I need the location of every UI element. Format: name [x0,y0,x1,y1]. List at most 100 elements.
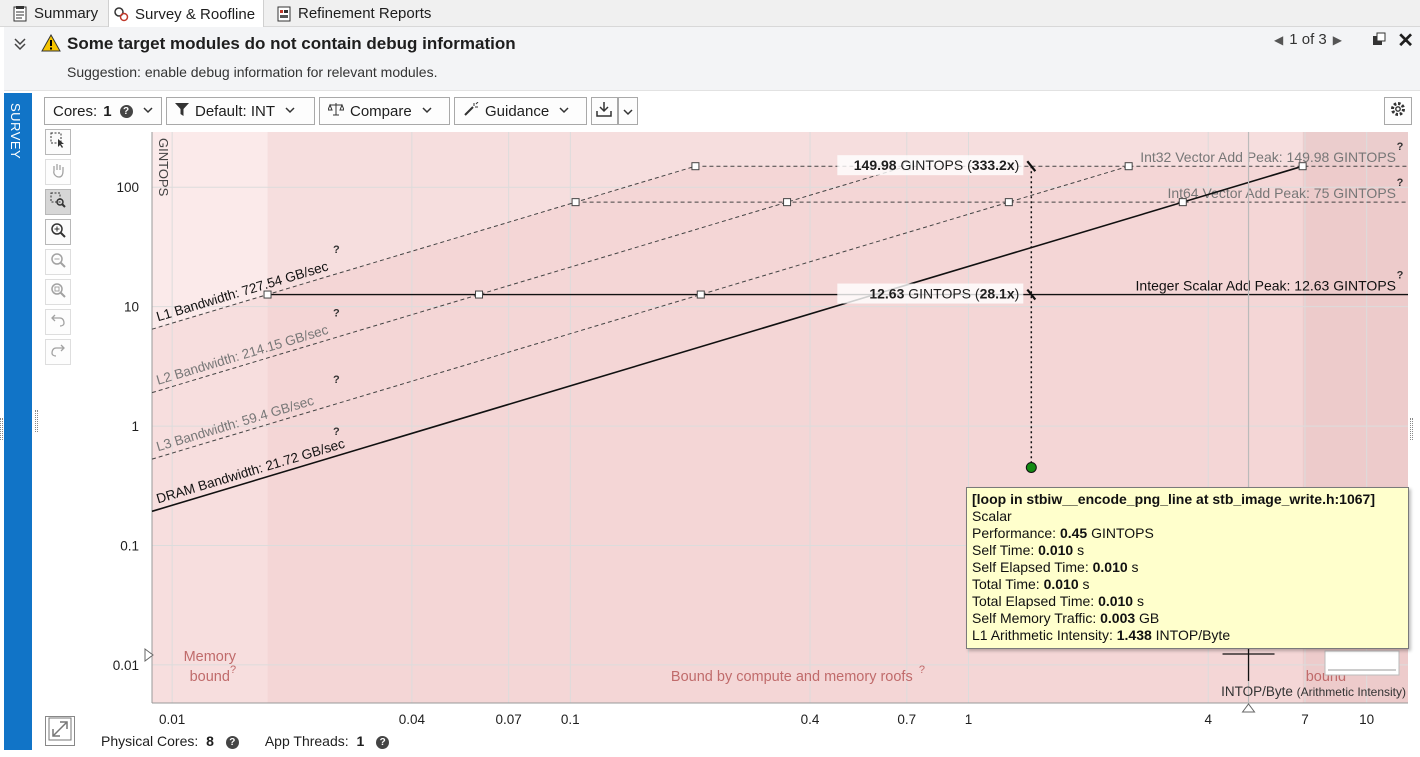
roofline-toolbar: Cores: 1 ? Default: INT Compare Guidance [44,97,638,125]
tab-summary-label: Summary [34,5,99,22]
filter-label: Default: INT [195,102,276,120]
survey-side-label: SURVEY [8,103,23,160]
help-icon[interactable]: ? [225,736,239,749]
x-tick-label: 0.01 [159,712,185,727]
x-tick-label: 0.7 [897,712,916,727]
filter-dropdown[interactable]: Default: INT [166,97,315,125]
tooltip-metric-row: Self Elapsed Time: 0.010 s [972,559,1403,576]
x-tick-label: 10 [1359,712,1374,727]
roof-marker-paren: ) [1015,157,1020,173]
x-tick-label: 0.1 [561,712,580,727]
physical-cores-label: Physical Cores: [101,733,199,749]
tooltip-metric-unit: s [1127,559,1139,575]
compare-dropdown[interactable]: Compare [319,97,450,125]
expand-chart-button[interactable] [45,716,75,746]
debug-info-warning-banner: Some target modules do not contain debug… [4,27,1420,91]
chevron-down-icon [143,105,153,117]
tooltip-metric-label: Self Time: [972,542,1039,558]
pager-text: 1 of 3 [1289,31,1327,48]
right-splitter-handle[interactable] [1410,418,1413,440]
tab-survey-roofline-label: Survey & Roofline [135,5,256,23]
roof-intersection-marker [1124,162,1133,171]
help-icon[interactable]: ? [376,736,390,749]
tooltip-metric-value: 0.010 [1043,576,1079,592]
compute-roof-help: ? [1397,177,1404,189]
tooltip-title: [loop in stbiw__encode_png_line at stb_i… [972,491,1375,507]
next-message-icon[interactable]: ▶ [1333,33,1342,47]
overview-thumbnail [1324,650,1400,676]
tooltip-metric-unit: GB [1135,610,1160,626]
left-splitter-handle[interactable] [0,418,3,440]
tooltip-metric-value: 0.010 [1038,542,1074,558]
y-tick-label: 100 [116,180,139,195]
guidance-dropdown[interactable]: Guidance [454,97,587,125]
roof-intersection-marker [783,198,792,207]
cores-dropdown[interactable]: Cores: 1 ? [44,97,162,125]
y-tick-label: 10 [124,300,139,315]
memory-bound-label-line: bound [190,669,230,685]
roof-marker-ratio: 333.2x [972,157,1015,173]
x-axis-label-suffix: (Arithmetic Intensity) [1297,685,1406,699]
previous-message-icon[interactable]: ◀ [1274,33,1283,47]
tab-summary[interactable]: Summary [8,0,102,27]
survey-side-panel[interactable]: SURVEY [4,93,32,750]
physical-cores-status: Physical Cores: 8 ? [101,733,239,749]
tooltip-metric-label: Self Memory Traffic: [972,610,1101,626]
tooltip-metric-unit: s [1078,576,1090,592]
help-icon[interactable]: ? [119,104,133,118]
roof-intersection-marker [696,290,705,299]
cores-label: Cores: [53,102,98,120]
tooltip-metric-label: Total Time: [972,576,1044,592]
x-tick-label: 1 [965,712,973,727]
loop-tooltip: [loop in stbiw__encode_png_line at stb_i… [966,487,1409,649]
popout-icon[interactable] [1371,31,1387,52]
compare-label: Compare [350,102,412,120]
chart-settings-button[interactable] [1384,97,1412,125]
export-options-dropdown[interactable] [618,97,638,125]
tab-survey-roofline[interactable]: Survey & Roofline [108,0,264,28]
refinement-icon [276,6,292,22]
close-banner-icon[interactable]: ✕ [1397,28,1414,53]
chevron-down-icon [623,103,633,120]
chevron-down-icon [422,105,432,117]
tooltip-metric-row: Self Memory Traffic: 0.003 GB [972,610,1403,627]
y-tick-label: 1 [131,419,139,434]
compute-memory-bound-label: Bound by compute and memory roofs [671,669,913,685]
roof-intersection-marker [571,198,580,207]
chevron-down-icon [559,105,569,117]
y-axis-label: GINTOPS [156,138,171,197]
filter-icon [175,102,189,120]
roof-marker-value: 12.63 [869,286,904,302]
export-icon [596,101,612,121]
chart-splitter-handle[interactable] [35,410,38,432]
app-threads-value: 1 [356,733,365,749]
tooltip-metric-row: Total Time: 0.010 s [972,576,1403,593]
report-icon [12,5,28,22]
roof-intersection-marker [691,162,700,171]
roof-marker-label: 12.63 GINTOPS (28.1x) [869,286,1019,302]
tooltip-metric-row: L1 Arithmetic Intensity: 1.438 INTOP/Byt… [972,627,1403,644]
guidance-label: Guidance [485,102,550,120]
tooltip-metric-value: 1.438 [1116,627,1152,643]
roof-intersection-marker [1298,162,1307,171]
collapse-chevrons-icon[interactable] [13,37,27,56]
tab-refinement-reports[interactable]: Refinement Reports [272,0,435,27]
gear-icon [1389,100,1407,123]
roof-marker-ratio: 28.1x [980,286,1015,302]
compute-roof-label: Int32 Vector Add Peak: 149.98 GINTOPS [1140,149,1396,165]
bandwidth-roof-help: ? [333,374,340,386]
roof-intersection-marker [1178,198,1187,207]
tooltip-metric-label: L1 Arithmetic Intensity: [972,627,1117,643]
roof-intersection-marker [263,290,272,299]
tooltip-metric-row: Performance: 0.45 GINTOPS [972,525,1403,542]
tooltip-metric-label: Total Elapsed Time: [972,593,1099,609]
export-button[interactable] [591,97,618,125]
scales-icon [327,102,345,120]
compute-roof-label: Int64 Vector Add Peak: 75 GINTOPS [1167,185,1396,201]
tooltip-metric-label: Performance: [972,525,1060,541]
chevron-down-icon [285,105,295,117]
magic-wand-icon [463,101,479,120]
x-tick-label: 0.04 [399,712,426,727]
roof-marker-unit: GINTOPS ( [904,286,980,302]
tooltip-metric-row: Self Time: 0.010 s [972,542,1403,559]
